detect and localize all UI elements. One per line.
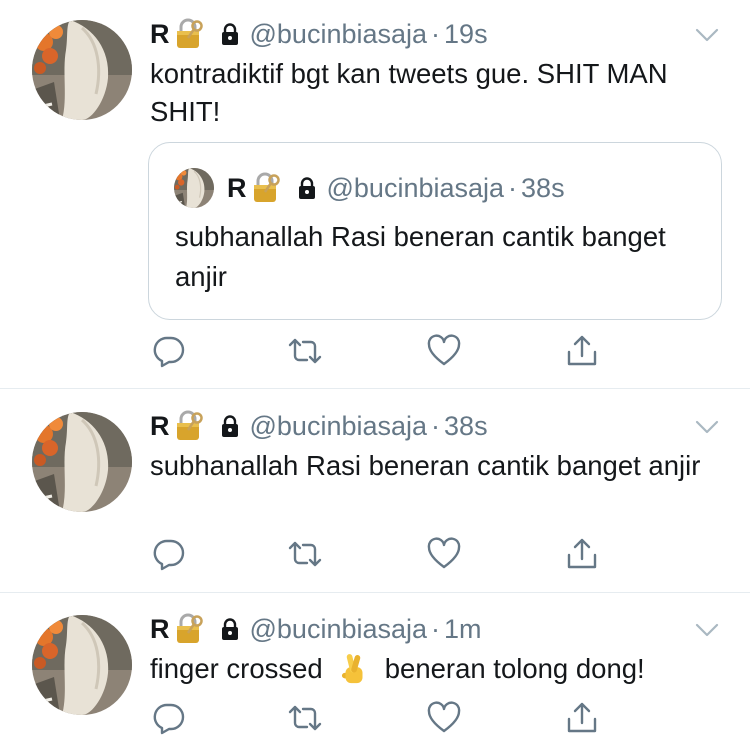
retweet-icon[interactable] bbox=[288, 334, 322, 368]
tweet-header: R @bucinbiasaja · 38s bbox=[150, 409, 488, 443]
timestamp[interactable]: 1m bbox=[444, 614, 482, 645]
tweet-text: kontradiktif bgt kan tweets gue. SHIT MA… bbox=[150, 58, 668, 127]
timestamp: 38s bbox=[521, 172, 565, 203]
reply-icon[interactable] bbox=[152, 334, 186, 368]
handle[interactable]: @bucinbiasaja bbox=[250, 411, 428, 442]
handle[interactable]: @bucinbiasaja bbox=[250, 19, 428, 50]
display-name[interactable]: R bbox=[150, 614, 170, 645]
quoted-tweet-header: R @bucinbiasaja · 38s bbox=[227, 169, 565, 207]
lock-with-key-icon bbox=[249, 172, 281, 204]
avatar bbox=[174, 168, 214, 208]
separator-dot: · bbox=[431, 410, 441, 441]
tweet-actions bbox=[0, 701, 750, 737]
tweet-text-part: beneran tolong dong! bbox=[384, 653, 645, 684]
lock-icon bbox=[295, 176, 319, 200]
lock-icon bbox=[218, 617, 242, 641]
tweet[interactable]: R @bucinbiasaja · 19s kontradiktif bgt k… bbox=[0, 0, 750, 388]
share-icon[interactable] bbox=[565, 537, 599, 571]
avatar[interactable] bbox=[32, 615, 132, 715]
heart-icon[interactable] bbox=[427, 537, 461, 571]
tweet-text-part: finger crossed bbox=[150, 653, 323, 684]
lock-icon bbox=[218, 414, 242, 438]
tweet-header: R @bucinbiasaja · 19s bbox=[150, 17, 488, 51]
separator-dot: · bbox=[431, 18, 441, 49]
reply-icon[interactable] bbox=[152, 701, 186, 735]
lock-with-key-icon bbox=[172, 613, 204, 645]
tweet-actions bbox=[0, 334, 750, 370]
display-name[interactable]: R bbox=[150, 19, 170, 50]
display-name[interactable]: R bbox=[150, 411, 170, 442]
heart-icon[interactable] bbox=[427, 334, 461, 368]
tweet[interactable]: R @bucinbiasaja · 1m finger crossed bene… bbox=[0, 593, 750, 754]
chevron-down-icon[interactable] bbox=[694, 414, 720, 440]
timestamp[interactable]: 38s bbox=[444, 411, 488, 442]
separator-dot: · bbox=[431, 613, 441, 644]
share-icon[interactable] bbox=[565, 334, 599, 368]
handle[interactable]: @bucinbiasaja bbox=[250, 614, 428, 645]
timestamp[interactable]: 19s bbox=[444, 19, 488, 50]
separator-dot: · bbox=[508, 172, 518, 203]
quoted-tweet-text: subhanallah Rasi beneran cantik banget a… bbox=[175, 221, 666, 292]
lock-with-key-icon bbox=[172, 410, 204, 442]
tweet-text: finger crossed beneran tolong dong! bbox=[150, 650, 730, 688]
chevron-down-icon[interactable] bbox=[694, 617, 720, 643]
quoted-tweet[interactable]: R @bucinbiasaja · 38s subhanallah Rasi b… bbox=[148, 142, 722, 320]
heart-icon[interactable] bbox=[427, 701, 461, 735]
tweet-header: R @bucinbiasaja · 1m bbox=[150, 612, 482, 646]
lock-icon bbox=[218, 22, 242, 46]
handle: @bucinbiasaja bbox=[326, 172, 505, 203]
share-icon[interactable] bbox=[565, 701, 599, 735]
chevron-down-icon[interactable] bbox=[694, 22, 720, 48]
avatar[interactable] bbox=[32, 412, 132, 512]
avatar[interactable] bbox=[32, 20, 132, 120]
retweet-icon[interactable] bbox=[288, 537, 322, 571]
tweet-actions bbox=[0, 537, 750, 573]
crossed-fingers-icon bbox=[337, 652, 371, 686]
retweet-icon[interactable] bbox=[288, 701, 322, 735]
tweet-text: subhanallah Rasi beneran cantik banget a… bbox=[150, 450, 701, 481]
lock-with-key-icon bbox=[172, 18, 204, 50]
reply-icon[interactable] bbox=[152, 537, 186, 571]
tweet[interactable]: R @bucinbiasaja · 38s subhanallah Rasi b… bbox=[0, 389, 750, 592]
display-name: R bbox=[227, 172, 247, 203]
